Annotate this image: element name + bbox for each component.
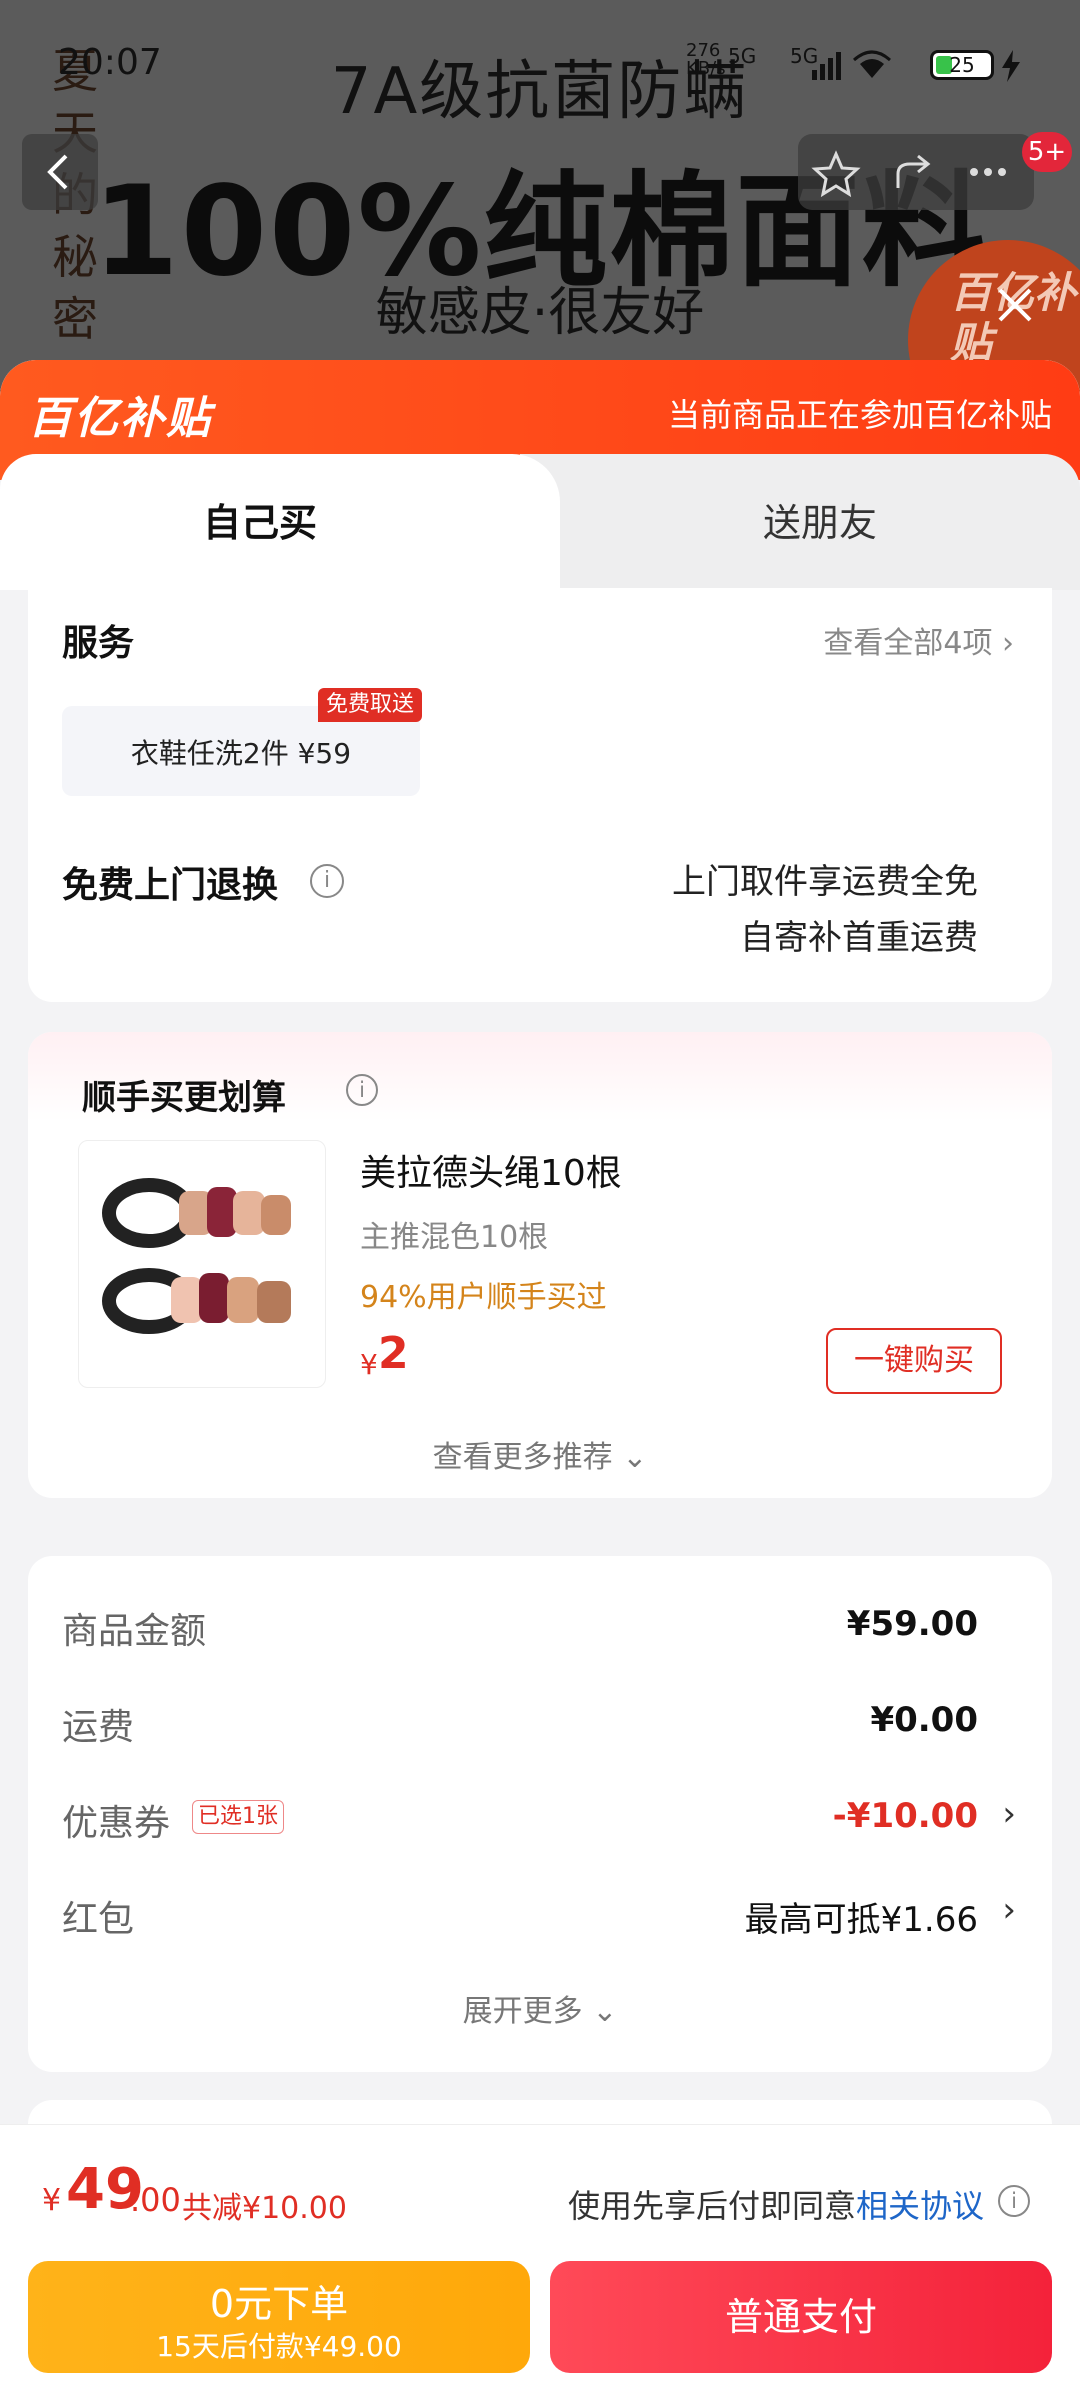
signal-wifi-icons bbox=[812, 50, 891, 80]
agreement-text: 使用先享后付即同意相关协议 bbox=[568, 2181, 984, 2227]
goods-amount-value: ¥59.00 bbox=[846, 1604, 978, 1644]
return-title: 免费上门退换 bbox=[62, 865, 279, 906]
agreement-link[interactable]: 相关协议 bbox=[856, 2187, 984, 2225]
agreement-prefix: 使用先享后付即同意 bbox=[567, 2187, 856, 2225]
service-chip-label: 衣鞋任洗2件 ¥59 bbox=[130, 737, 352, 770]
back-button[interactable] bbox=[22, 134, 98, 210]
product-thumbnail[interactable] bbox=[78, 1140, 326, 1388]
star-icon bbox=[811, 150, 861, 198]
pay-later-button[interactable]: 0元下单 15天后付款¥49.00 bbox=[28, 2261, 530, 2373]
upsell-item-stat: 94%用户顺手买过 bbox=[360, 1280, 607, 1315]
upsell-price-symbol: ¥ bbox=[360, 1348, 378, 1381]
pay-amount-dec: .00 bbox=[130, 2181, 181, 2219]
info-icon[interactable]: i bbox=[310, 864, 344, 898]
checkout-sheet: 百亿补贴 当前商品正在参加百亿补贴 自己买 送朋友 服务 查看全部4项 › 衣鞋… bbox=[0, 360, 1080, 2400]
subsidy-note: 当前商品正在参加百亿补贴 bbox=[667, 396, 1052, 434]
info-icon[interactable]: i bbox=[998, 2185, 1030, 2217]
goods-amount-label: 商品金额 bbox=[62, 1611, 207, 1652]
pay-currency: ¥ bbox=[42, 2183, 62, 2218]
more-icon bbox=[970, 168, 1006, 176]
pay-saved: 共减¥10.00 bbox=[182, 2191, 347, 2226]
shipping-label: 运费 bbox=[62, 1707, 135, 1748]
top-actions bbox=[811, 150, 1006, 198]
info-icon[interactable]: i bbox=[346, 1074, 378, 1106]
charging-icon bbox=[1002, 50, 1020, 82]
close-icon[interactable] bbox=[990, 280, 1040, 330]
return-line-2: 自寄补首重运费 bbox=[740, 918, 978, 958]
notification-badge: 5+ bbox=[1022, 132, 1072, 172]
chevron-right-icon[interactable]: › bbox=[1002, 1794, 1016, 1834]
upsell-price: 2 bbox=[378, 1328, 409, 1379]
tab-gift[interactable]: 送朋友 bbox=[560, 492, 1080, 547]
normal-pay-button[interactable]: 普通支付 bbox=[550, 2261, 1052, 2373]
upsell-item-name[interactable]: 美拉德头绳10根 bbox=[360, 1144, 622, 1196]
red-packet-label: 红包 bbox=[62, 1899, 135, 1940]
pay-later-label: 0元下单 bbox=[209, 2282, 349, 2326]
see-more-recommendations[interactable]: 查看更多推荐 ⌄ bbox=[28, 1432, 1052, 1476]
chevron-left-icon bbox=[47, 154, 68, 190]
coupon-label: 优惠券 bbox=[62, 1803, 171, 1844]
subsidy-logo: 百亿补贴 bbox=[28, 393, 212, 444]
tab-self-label: 自己买 bbox=[202, 501, 317, 545]
upsell-card: 顺手买更划算 i 美拉德头绳10根 主推混色10根 94%用户顺手买过 ¥ 2 … bbox=[28, 1032, 1052, 1498]
hair-tie-image bbox=[102, 1178, 291, 1334]
coupon-selected-tag: 已选1张 bbox=[192, 1800, 284, 1834]
price-summary-card: 商品金额 ¥59.00 运费 ¥0.00 优惠券 已选1张 -¥10.00 › … bbox=[28, 1556, 1052, 2072]
bottom-pay-bar: ¥ 49 .00 共减¥10.00 使用先享后付即同意相关协议 i 0元下单 1… bbox=[0, 2124, 1080, 2400]
return-line-1: 上门取件享运费全免 bbox=[672, 862, 978, 902]
status-time: 20:07 bbox=[58, 42, 162, 83]
top-action-pill bbox=[798, 134, 1034, 210]
one-click-buy-button[interactable]: 一键购买 bbox=[826, 1328, 1002, 1394]
services-view-all[interactable]: 查看全部4项 › bbox=[823, 618, 1014, 662]
shipping-value: ¥0.00 bbox=[870, 1700, 978, 1740]
purchase-tabs: 自己买 送朋友 bbox=[0, 454, 1080, 590]
chevron-right-icon[interactable]: › bbox=[1002, 1890, 1016, 1930]
battery-text: 25 bbox=[949, 53, 975, 77]
tab-self[interactable]: 自己买 bbox=[0, 454, 560, 590]
services-card: 服务 查看全部4项 › 衣鞋任洗2件 ¥59 免费取送 免费上门退换 i 上门取… bbox=[28, 588, 1052, 1002]
status-net-speed: 276 KB/s bbox=[686, 40, 726, 79]
services-title: 服务 bbox=[62, 623, 135, 664]
status-5g-1: 5G bbox=[728, 44, 757, 68]
pay-later-sub: 15天后付款¥49.00 bbox=[156, 2330, 402, 2363]
upsell-item-spec: 主推混色10根 bbox=[360, 1220, 549, 1255]
upsell-title: 顺手买更划算 bbox=[82, 1078, 286, 1118]
battery-icon: 25 bbox=[930, 50, 994, 80]
share-icon bbox=[896, 154, 931, 188]
expand-more[interactable]: 展开更多 ⌄ bbox=[28, 1986, 1052, 2030]
service-chip-badge: 免费取送 bbox=[318, 688, 423, 722]
coupon-value[interactable]: -¥10.00 bbox=[833, 1796, 978, 1836]
red-packet-value[interactable]: 最高可抵¥1.66 bbox=[745, 1892, 978, 1941]
